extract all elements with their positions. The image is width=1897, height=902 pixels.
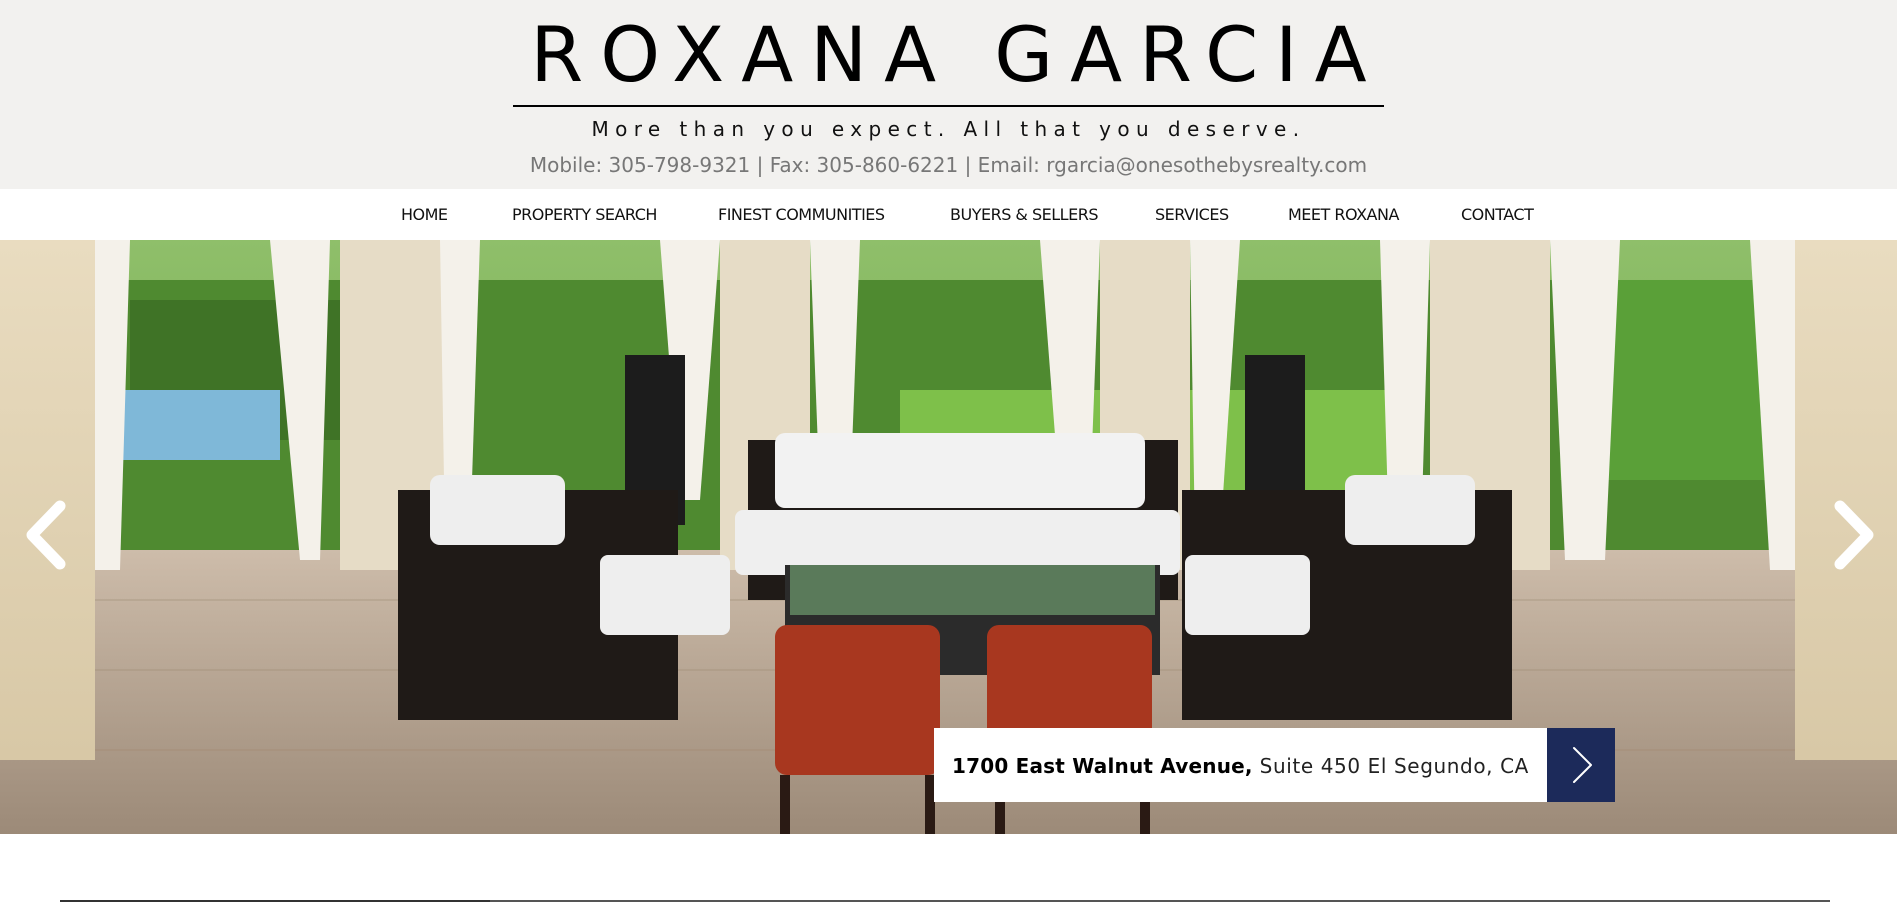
- slider-next-button[interactable]: [1828, 500, 1878, 570]
- contact-line: Mobile: 305-798-9321 | Fax: 305-860-6221…: [529, 153, 1368, 177]
- slider-prev-button[interactable]: [22, 500, 72, 570]
- address-panel: 1700 East Walnut Avenue, Suite 450 El Se…: [934, 728, 1547, 802]
- chevron-right-icon: [1573, 747, 1592, 783]
- nav-item-meet-roxana[interactable]: MEET ROXANA: [1288, 205, 1399, 224]
- brand: ROXANA GARCIA: [0, 6, 1897, 107]
- nav-item-services[interactable]: SERVICES: [1155, 205, 1229, 224]
- chevron-right-icon: [1834, 500, 1874, 570]
- main-nav: HOME PROPERTY SEARCH FINEST COMMUNITIES …: [0, 189, 1897, 240]
- content-area: [0, 834, 1897, 902]
- nav-item-finest-communities[interactable]: FINEST COMMUNITIES: [718, 205, 885, 224]
- brand-name[interactable]: ROXANA GARCIA: [513, 6, 1384, 107]
- nav-item-contact[interactable]: CONTACT: [1461, 205, 1534, 224]
- nav-item-buyers-sellers[interactable]: BUYERS & SELLERS: [950, 205, 1098, 224]
- chevron-left-icon: [26, 500, 66, 570]
- address-go-button[interactable]: [1547, 728, 1615, 802]
- site-header: ROXANA GARCIA More than you expect. All …: [0, 0, 1897, 189]
- address-street: 1700 East Walnut Avenue,: [952, 754, 1253, 778]
- address-text: 1700 East Walnut Avenue, Suite 450 El Se…: [952, 754, 1529, 778]
- tagline: More than you expect. All that you deser…: [591, 117, 1306, 141]
- address-suite-city: Suite 450 El Segundo, CA: [1252, 754, 1529, 778]
- nav-item-property-search[interactable]: PROPERTY SEARCH: [512, 205, 657, 224]
- nav-item-home[interactable]: HOME: [401, 205, 448, 224]
